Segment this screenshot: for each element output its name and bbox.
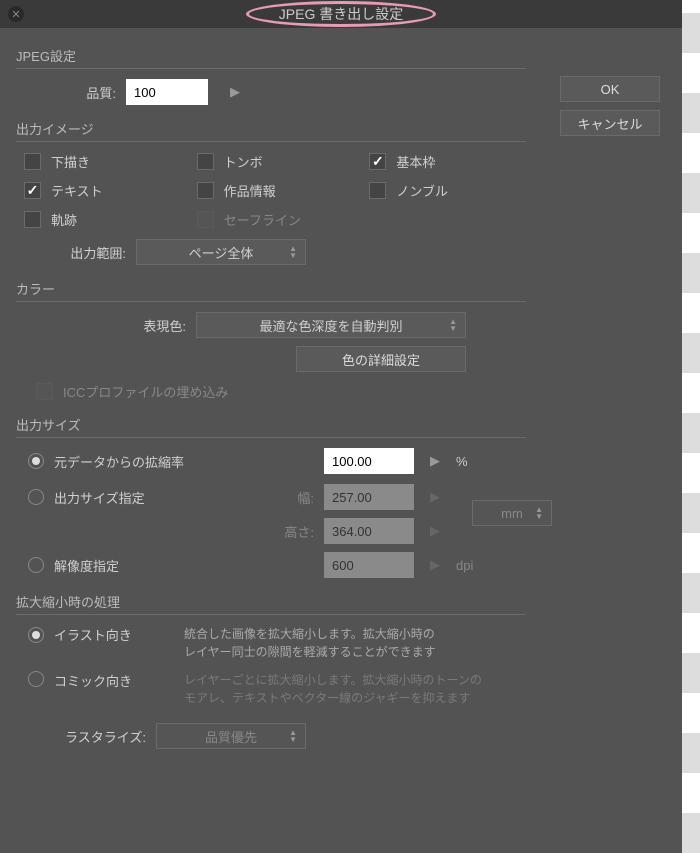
radio-comic[interactable]	[28, 671, 44, 687]
comic-description: レイヤーごとに拡大縮小します。拡大縮小時のトーンの モアレ、テキストやベクター線…	[184, 671, 482, 707]
checkbox-icc	[36, 383, 53, 400]
color-detail-button[interactable]: 色の詳細設定	[296, 346, 466, 372]
section-color: カラー	[16, 279, 526, 298]
chevron-updown-icon: ▲▼	[535, 506, 543, 520]
chevron-updown-icon: ▲▼	[289, 245, 297, 259]
arrow-right-icon: ▶	[430, 557, 440, 573]
radio-scale[interactable]	[28, 453, 44, 469]
height-input	[324, 518, 414, 544]
checkbox-trajectory[interactable]	[24, 211, 41, 228]
rasterize-label: ラスタライズ:	[16, 727, 156, 746]
unit-dropdown: mm ▲▼	[472, 500, 552, 526]
rasterize-dropdown: 品質優先 ▲▼	[156, 723, 306, 749]
checkbox-text[interactable]	[24, 182, 41, 199]
checkbox-safe-line	[197, 211, 214, 228]
title-bar: ✕ JPEG 書き出し設定	[0, 0, 682, 28]
resolution-input	[324, 552, 414, 578]
dialog-title: JPEG 書き出し設定	[279, 4, 403, 24]
output-range-label: 出力範囲:	[16, 243, 136, 262]
ok-button[interactable]: OK	[560, 76, 660, 102]
close-button[interactable]: ✕	[8, 6, 24, 22]
checkbox-draft[interactable]	[24, 153, 41, 170]
checkbox-nombre[interactable]	[369, 182, 386, 199]
radio-size[interactable]	[28, 489, 44, 505]
chevron-updown-icon: ▲▼	[449, 318, 457, 332]
illust-description: 統合した画像を拡大縮小します。拡大縮小時の レイヤー同士の隙間を軽減することがで…	[184, 625, 436, 661]
radio-resolution[interactable]	[28, 557, 44, 573]
cancel-button[interactable]: キャンセル	[560, 110, 660, 136]
arrow-right-icon[interactable]: ▶	[230, 84, 240, 100]
chevron-updown-icon: ▲▼	[289, 729, 297, 743]
checkbox-base-frame[interactable]	[369, 153, 386, 170]
expr-color-dropdown[interactable]: 最適な色深度を自動判別 ▲▼	[196, 312, 466, 338]
output-range-dropdown[interactable]: ページ全体 ▲▼	[136, 239, 306, 265]
expr-color-label: 表現色:	[16, 316, 196, 335]
background-sliver	[682, 0, 700, 853]
checkbox-work-info[interactable]	[197, 182, 214, 199]
arrow-right-icon: ▶	[430, 489, 440, 505]
section-scaling: 拡大縮小時の処理	[16, 592, 526, 611]
section-output-size: 出力サイズ	[16, 415, 526, 434]
arrow-right-icon: ▶	[430, 523, 440, 539]
scale-input[interactable]	[324, 448, 414, 474]
quality-input[interactable]	[126, 79, 208, 105]
radio-illust[interactable]	[28, 627, 44, 643]
checkbox-tombo[interactable]	[197, 153, 214, 170]
section-output-image: 出力イメージ	[16, 119, 526, 138]
width-input	[324, 484, 414, 510]
section-jpeg: JPEG設定	[16, 46, 526, 65]
arrow-right-icon[interactable]: ▶	[430, 453, 440, 469]
quality-label: 品質:	[16, 83, 126, 102]
